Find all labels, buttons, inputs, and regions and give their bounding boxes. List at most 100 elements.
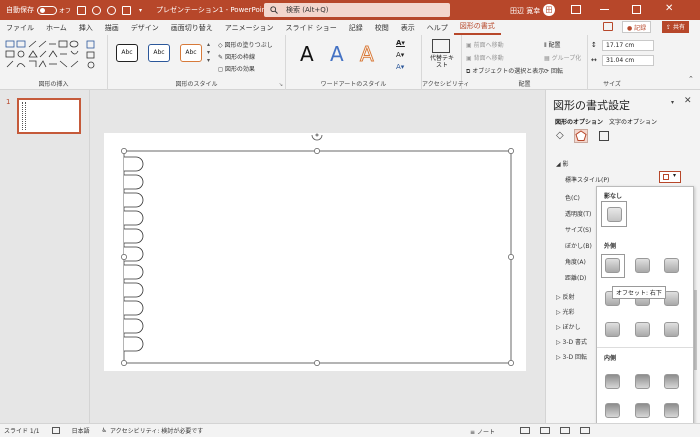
size-properties-icon[interactable]	[599, 131, 609, 141]
shadow-inner-option-6[interactable]	[664, 403, 679, 418]
shadow-inner-option-4[interactable]	[605, 403, 620, 418]
tab-transitions[interactable]: 画面切り替え	[165, 23, 219, 33]
height-input[interactable]: 17.17 cm	[602, 40, 654, 51]
selected-shape[interactable]	[104, 133, 526, 371]
shadow-inner-option-2[interactable]	[635, 374, 650, 389]
title-bar: 自動保存 オフ ▾ プレゼンテーション1 - PowerPoint 検索 (Al…	[0, 0, 700, 20]
width-input[interactable]: 31.04 cm	[602, 55, 654, 66]
tab-text-options[interactable]: 文字のオプション	[609, 117, 657, 126]
wordart-style-1[interactable]: A	[300, 42, 314, 66]
tab-insert[interactable]: 挿入	[73, 23, 99, 33]
align-button[interactable]: ⫴ 配置	[544, 40, 560, 50]
comments-icon[interactable]	[603, 22, 613, 31]
text-outline-icon[interactable]: A▾	[396, 51, 404, 59]
save-icon[interactable]	[77, 5, 87, 15]
minimize-icon[interactable]	[600, 9, 609, 10]
user-name[interactable]: 田辺 寛幸	[510, 6, 540, 16]
effects-tab-icon[interactable]	[574, 129, 588, 143]
shadow-outer-option-9[interactable]	[664, 322, 679, 337]
text-fill-icon[interactable]: A▾	[396, 39, 405, 47]
shadow-outer-swatch-1	[605, 258, 620, 273]
slide[interactable]	[104, 133, 526, 371]
fill-line-icon[interactable]: ◇	[556, 130, 564, 141]
shadow-outer-option-8[interactable]	[635, 322, 650, 337]
wordart-style-3[interactable]: A	[360, 42, 375, 67]
tab-review[interactable]: 校閲	[369, 23, 395, 33]
group-button[interactable]: ▦ グループ化	[544, 53, 581, 62]
selection-pane-button[interactable]: ⧉ オブジェクトの選択と表示	[466, 66, 544, 76]
bring-forward-button[interactable]: ▣ 前面へ移動	[466, 40, 504, 49]
avatar[interactable]: 田	[543, 4, 555, 16]
tab-shape-format[interactable]: 図形の書式	[453, 20, 501, 35]
record-button[interactable]: ● 記録	[622, 21, 652, 33]
accessibility-status[interactable]: アクセシビリティ: 検討が必要です	[110, 426, 203, 435]
wordart-style-2[interactable]: A	[330, 42, 344, 66]
normal-view-icon[interactable]	[520, 427, 530, 434]
share-button[interactable]: ⇪ 共有	[662, 21, 689, 33]
slideshow-view-icon[interactable]	[580, 427, 590, 434]
search-box[interactable]: 検索 (Alt+Q)	[264, 3, 450, 17]
shadow-inner-option-1[interactable]	[605, 374, 620, 389]
shadow-none-option[interactable]	[601, 201, 627, 227]
tab-record[interactable]: 記録	[343, 23, 369, 33]
autosave-toggle[interactable]	[37, 5, 57, 15]
dialog-launcher-icon[interactable]: ↘	[279, 82, 283, 88]
style-preset-2[interactable]: Abc	[148, 44, 170, 62]
shape-effects-button[interactable]: ◻ 図形の効果	[218, 64, 255, 73]
shadow-section-header[interactable]: ◢ 影	[556, 159, 569, 168]
3d-rotation-section[interactable]: ▷ 3-D 回転	[556, 352, 587, 361]
notes-icon: ≡	[470, 429, 476, 436]
alt-text-icon[interactable]	[432, 39, 450, 53]
tab-shape-options[interactable]: 図形のオプション	[555, 117, 603, 126]
close-icon[interactable]: ✕	[665, 3, 673, 14]
shadow-outer-option-3[interactable]	[664, 258, 679, 273]
slide-sorter-icon[interactable]	[540, 427, 550, 434]
shadow-preset-dropdown[interactable]: ▾	[659, 171, 681, 183]
shapes-gallery[interactable]	[5, 40, 105, 70]
shadow-outer-option-2[interactable]	[635, 258, 650, 273]
search-input[interactable]: 検索 (Alt+Q)	[286, 5, 329, 15]
customize-qat-icon[interactable]: ▾	[139, 7, 142, 14]
shadow-outer-option-6[interactable]	[664, 291, 679, 306]
3d-format-section[interactable]: ▷ 3-D 書式	[556, 337, 587, 346]
tab-file[interactable]: ファイル	[0, 23, 40, 33]
restore-icon[interactable]	[632, 5, 641, 14]
tab-home[interactable]: ホーム	[40, 23, 73, 33]
slide-number: 1	[6, 98, 11, 106]
glow-section[interactable]: ▷ 光彩	[556, 307, 575, 316]
rotate-button[interactable]: ⟳ 回転	[544, 66, 563, 75]
tab-draw[interactable]: 描画	[99, 23, 125, 33]
tab-slideshow[interactable]: スライド ショー	[280, 23, 343, 33]
tab-view[interactable]: 表示	[395, 23, 421, 33]
style-preset-1[interactable]: Abc	[116, 44, 138, 62]
slide-thumbnail-pane: 1	[0, 90, 90, 423]
text-effects-icon[interactable]: A▾	[396, 63, 404, 71]
tab-animations[interactable]: アニメーション	[219, 23, 280, 33]
notes-button[interactable]: ≡ ノート	[470, 427, 495, 436]
start-slideshow-icon[interactable]	[122, 5, 132, 15]
spell-check-icon[interactable]	[51, 427, 60, 434]
collapse-ribbon-icon[interactable]: ⌃	[688, 75, 694, 83]
tab-design[interactable]: デザイン	[125, 23, 165, 33]
pane-close-icon[interactable]: ✕	[684, 96, 692, 106]
style-preset-3[interactable]: Abc	[180, 44, 202, 62]
shadow-inner-option-3[interactable]	[664, 374, 679, 389]
style-gallery-more-icon[interactable]: ▴ ▾ ▾	[207, 41, 210, 65]
tab-help[interactable]: ヘルプ	[421, 23, 454, 33]
undo-icon[interactable]	[92, 5, 102, 15]
pane-options-icon[interactable]: ▾	[671, 99, 674, 106]
shape-fill-button[interactable]: ◇ 図形の塗りつぶし	[218, 40, 273, 49]
alt-text-button[interactable]: 代替テキスト	[428, 55, 456, 69]
reading-view-icon[interactable]	[560, 427, 570, 434]
redo-icon[interactable]	[107, 5, 117, 15]
language-status[interactable]: 日本語	[72, 426, 90, 435]
shape-outline-button[interactable]: ✎ 図形の枠線	[218, 52, 255, 61]
shadow-inner-option-5[interactable]	[635, 403, 650, 418]
ribbon-display-icon[interactable]	[571, 5, 581, 14]
send-backward-button[interactable]: ▣ 背面へ移動	[466, 53, 504, 62]
reflection-section[interactable]: ▷ 反射	[556, 292, 575, 301]
soft-edges-section[interactable]: ▷ ぼかし	[556, 322, 581, 331]
color-label: 色(C)	[565, 195, 580, 202]
shadow-outer-option-7[interactable]	[605, 322, 620, 337]
slide-thumbnail[interactable]	[17, 98, 81, 134]
